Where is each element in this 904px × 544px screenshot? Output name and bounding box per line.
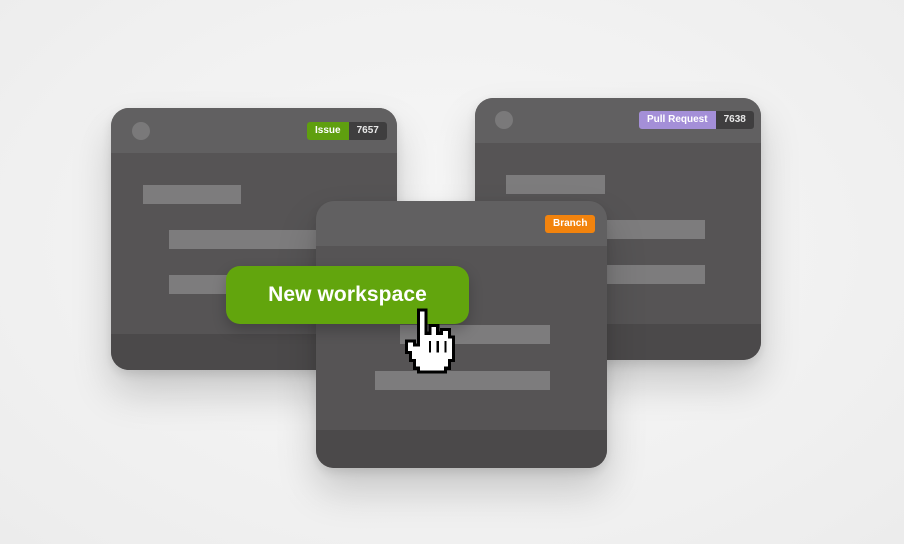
window-dot-icon: [132, 122, 150, 140]
placeholder-line: [143, 185, 241, 204]
pull-request-badge: Pull Request 7638: [639, 111, 754, 129]
badge-number: 7657: [348, 122, 387, 140]
placeholder-line: [506, 175, 605, 194]
card-footer: [316, 430, 607, 468]
pointing-hand-cursor-icon: [405, 308, 455, 374]
branch-badge: Branch: [545, 215, 596, 233]
badge-label: Branch: [545, 215, 596, 233]
issue-badge: Issue 7657: [307, 122, 387, 140]
window-dot-icon: [495, 111, 513, 129]
illustration-stage: Pull Request 7638 Issue 7657 Branch New …: [0, 0, 904, 544]
badge-label: Issue: [307, 122, 349, 140]
badge-number: 7638: [715, 111, 754, 129]
badge-label: Pull Request: [639, 111, 716, 129]
branch-card: Branch: [316, 201, 607, 468]
